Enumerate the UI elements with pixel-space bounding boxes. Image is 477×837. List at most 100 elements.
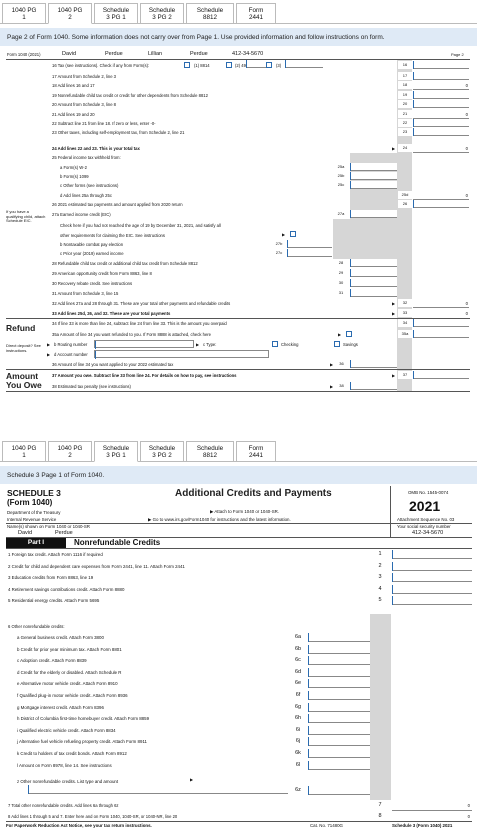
checking-checkbox[interactable] xyxy=(272,341,278,347)
line35a-input[interactable] xyxy=(413,330,469,338)
s3-line6z-number: 6z xyxy=(288,786,308,795)
line28-input[interactable] xyxy=(350,259,397,267)
s3-line1-input[interactable] xyxy=(392,550,472,559)
s3-line2-input[interactable] xyxy=(392,561,472,571)
s3-line6a-number: 6a xyxy=(288,633,308,642)
s3-line6k-input[interactable] xyxy=(308,749,370,758)
form-8888-checkbox[interactable] xyxy=(346,331,352,337)
s3-line6b-input[interactable] xyxy=(308,644,370,654)
tab-1040-pg1[interactable]: 1040 PG 1 xyxy=(2,3,46,23)
tab2-schedule-8812[interactable]: Schedule 8812 xyxy=(186,441,234,461)
s3-line6z-input[interactable] xyxy=(308,786,370,795)
line6-label: 6 Other nonrefundable credits: xyxy=(8,624,65,629)
line37-label: 37 Amount you owe. Subtract line 33 from… xyxy=(52,373,237,378)
line6z-type-field-2[interactable] xyxy=(28,785,288,794)
form-other-field[interactable] xyxy=(285,60,323,68)
line32-value: 0 xyxy=(465,301,468,306)
account-arrow-icon: ▶ xyxy=(47,352,51,357)
line33-value: 0 xyxy=(465,311,468,316)
s3-line6e-input[interactable] xyxy=(308,679,370,689)
form-8814-checkbox[interactable] xyxy=(184,62,190,68)
line25b-input[interactable] xyxy=(350,172,397,180)
s3-line6j-input[interactable] xyxy=(308,737,370,747)
s3-line3-number: 3 xyxy=(370,573,390,582)
tab-bar-top: 1040 PG 1 1040 PG 2 Schedule 3 PG 1 Sche… xyxy=(0,0,477,24)
s3-line6c-input[interactable] xyxy=(308,656,370,666)
line25d-label: d Add lines 25a through 25c xyxy=(60,193,112,198)
s3-line3-input[interactable] xyxy=(392,573,472,582)
line37-input[interactable] xyxy=(413,371,469,379)
savings-label: Savings xyxy=(343,342,358,347)
s3-line6g-input[interactable] xyxy=(308,702,370,712)
tab2-1040-pg2[interactable]: 1040 PG 2 xyxy=(48,441,92,461)
line36-arrow-icon: ▶ xyxy=(330,362,334,367)
s3-line6f-input[interactable] xyxy=(308,691,370,700)
tab2-form-2441[interactable]: Form 2441 xyxy=(236,441,276,461)
tab2-schedule3-pg1[interactable]: Schedule 3 PG 1 xyxy=(94,441,138,462)
tab2-1040-pg1[interactable]: 1040 PG 1 xyxy=(2,441,46,461)
savings-checkbox[interactable] xyxy=(334,341,340,347)
spouse-last-name: Perdue xyxy=(190,51,208,57)
line38-input[interactable] xyxy=(350,382,397,390)
tab-schedule-8812[interactable]: Schedule 8812 xyxy=(186,3,234,23)
s3-line6j-label: j Alternative fuel vehicle refueling pro… xyxy=(17,739,147,745)
ssn-label: Your social security number xyxy=(397,524,451,529)
s3-line6a-label: a General business credit. Attach Form 3… xyxy=(17,635,104,640)
s3-line6l-input[interactable] xyxy=(308,760,370,770)
s3-line6d-number: 6d xyxy=(288,667,308,677)
s3-line6a-input[interactable] xyxy=(308,633,370,642)
line25a-input[interactable] xyxy=(350,163,397,171)
line35a-label: 35a Amount of line 34 you want refunded … xyxy=(52,332,211,337)
line35a-arrow-icon: ▶ xyxy=(338,332,342,337)
line23-input[interactable] xyxy=(413,128,469,137)
s3-line6d-input[interactable] xyxy=(308,667,370,677)
tab-schedule3-pg2[interactable]: Schedule 3 PG 2 xyxy=(140,3,184,23)
tab-1040-pg2[interactable]: 1040 PG 2 xyxy=(48,3,92,24)
type-arrow-icon: ▶ xyxy=(196,342,200,347)
line27a-input[interactable] xyxy=(350,210,397,218)
routing-arrow-icon: ▶ xyxy=(47,342,51,347)
account-number-input[interactable] xyxy=(94,350,269,359)
line22-input[interactable] xyxy=(413,119,469,127)
s3-line4-input[interactable] xyxy=(392,584,472,594)
line27b-input[interactable] xyxy=(287,240,332,248)
line36-input[interactable] xyxy=(350,360,397,368)
form-other-checkbox[interactable] xyxy=(266,62,272,68)
tab-bar-bottom: 1040 PG 1 1040 PG 2 Schedule 3 PG 1 Sche… xyxy=(0,436,477,462)
line26-input[interactable] xyxy=(413,200,469,208)
s3-line1-number: 1 xyxy=(370,550,390,559)
line34-label: 34 If line 33 is more than line 24, subt… xyxy=(52,321,227,326)
tab2-schedule3-pg2[interactable]: Schedule 3 PG 2 xyxy=(140,441,184,461)
s3-line5-input[interactable] xyxy=(392,596,472,605)
line20-label: 20 Amount from Schedule 3, line 8 xyxy=(52,102,117,108)
s3-line6h-number: 6h xyxy=(288,714,308,724)
line22-label: 22 Subtract line 21 from line 18. If zer… xyxy=(52,121,156,126)
line29-input[interactable] xyxy=(350,269,397,277)
info-banner-page2: Page 2 of Form 1040. Some information do… xyxy=(0,28,477,46)
s3-line6h-input[interactable] xyxy=(308,714,370,724)
line20-input[interactable] xyxy=(413,100,469,109)
s3-line6b-number: 6b xyxy=(288,644,308,654)
line21-value: 0 xyxy=(465,111,468,117)
form-4972-checkbox[interactable] xyxy=(226,62,232,68)
line27a-label: 27a Earned income credit (EIC) xyxy=(52,212,111,217)
tab-schedule3-pg1[interactable]: Schedule 3 PG 1 xyxy=(94,3,138,23)
line37-number: 37 xyxy=(398,371,412,379)
s3-line6f-label: f Qualified plug-in motor vehicle credit… xyxy=(17,693,128,698)
account-label: d Account number xyxy=(54,352,88,357)
routing-number-input[interactable] xyxy=(94,340,194,349)
line19-input[interactable] xyxy=(413,90,469,99)
s3-line2-number: 2 xyxy=(370,561,390,571)
tab-form-2441[interactable]: Form 2441 xyxy=(236,3,276,23)
line31-input[interactable] xyxy=(350,289,397,297)
line16-input[interactable] xyxy=(413,61,469,69)
line34-input[interactable] xyxy=(413,319,469,327)
line25c-input[interactable] xyxy=(350,181,397,189)
line17-input[interactable] xyxy=(413,72,469,80)
line32-label: 32 Add lines 27a and 28 through 31. Thes… xyxy=(52,301,231,306)
form-label: Form 1040 (2021) xyxy=(7,52,41,57)
line27c-input[interactable] xyxy=(287,249,332,257)
line30-input[interactable] xyxy=(350,279,397,287)
eic-age-checkbox[interactable] xyxy=(290,231,296,237)
s3-line6i-input[interactable] xyxy=(308,725,370,735)
